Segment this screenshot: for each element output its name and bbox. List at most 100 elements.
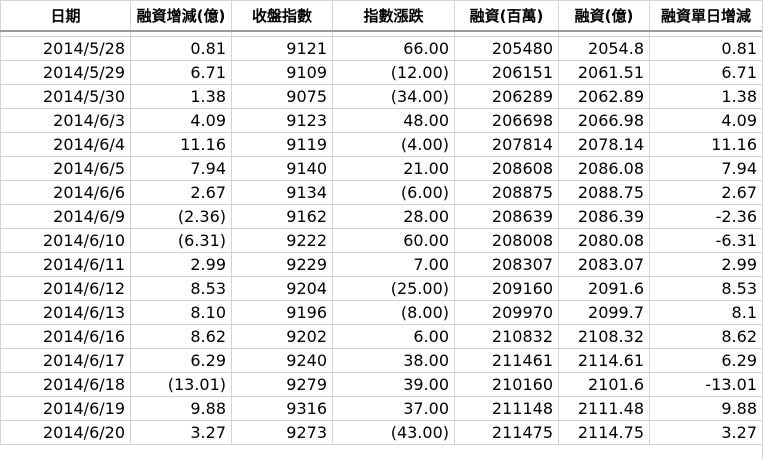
cell-margin-change-billion[interactable]: 9.88 [130,396,232,421]
cell-closing-index[interactable]: 9075 [231,84,333,109]
header-date[interactable]: 日期 [0,0,131,32]
cell-closing-index[interactable]: 9196 [231,300,333,325]
cell-margin-change-billion[interactable]: 7.94 [130,156,232,181]
cell-index-change[interactable]: (34.00) [332,84,455,109]
cell-date[interactable]: 2014/6/5 [0,156,131,181]
header-margin-billion[interactable]: 融資(億) [558,0,650,32]
cell-margin-million[interactable]: 208307 [454,252,559,277]
cell-margin-million[interactable]: 210832 [454,324,559,349]
cell-margin-million[interactable]: 208875 [454,180,559,205]
cell-margin-million[interactable]: 206151 [454,60,559,85]
cell-closing-index[interactable]: 9279 [231,372,333,397]
header-margin-change-billion[interactable]: 融資增減(億) [130,0,232,32]
cell-margin-change-billion[interactable]: 2.99 [130,252,232,277]
cell-margin-million[interactable]: 206289 [454,84,559,109]
cell-margin-million[interactable]: 208639 [454,204,559,229]
cell-margin-daily-change[interactable]: 8.62 [649,324,763,349]
cell-closing-index[interactable]: 9162 [231,204,333,229]
cell-margin-change-billion[interactable]: 1.38 [130,84,232,109]
cell-date[interactable]: 2014/6/17 [0,348,131,373]
cell-margin-billion[interactable]: 2054.8 [558,36,650,61]
cell-date[interactable]: 2014/6/13 [0,300,131,325]
cell-margin-million[interactable]: 208608 [454,156,559,181]
cell-margin-billion[interactable]: 2078.14 [558,132,650,157]
header-margin-million[interactable]: 融資(百萬) [454,0,559,32]
cell-closing-index[interactable]: 9140 [231,156,333,181]
cell-margin-change-billion[interactable]: 8.62 [130,324,232,349]
cell-date[interactable]: 2014/6/11 [0,252,131,277]
cell-index-change[interactable]: 38.00 [332,348,455,373]
cell-index-change[interactable]: (6.00) [332,180,455,205]
cell-margin-million[interactable]: 209970 [454,300,559,325]
cell-margin-billion[interactable]: 2086.39 [558,204,650,229]
cell-date[interactable]: 2014/6/18 [0,372,131,397]
cell-index-change[interactable]: (25.00) [332,276,455,301]
cell-margin-daily-change[interactable]: 9.88 [649,396,763,421]
cell-date[interactable]: 2014/6/16 [0,324,131,349]
header-index-change[interactable]: 指數漲跌 [332,0,455,32]
cell-closing-index[interactable]: 9109 [231,60,333,85]
cell-closing-index[interactable]: 9229 [231,252,333,277]
cell-margin-daily-change[interactable]: 11.16 [649,132,763,157]
cell-margin-million[interactable]: 208008 [454,228,559,253]
cell-index-change[interactable]: (4.00) [332,132,455,157]
cell-margin-million[interactable]: 207814 [454,132,559,157]
cell-margin-change-billion[interactable]: 3.27 [130,420,232,445]
cell-margin-daily-change[interactable]: 8.53 [649,276,763,301]
cell-margin-million[interactable]: 206698 [454,108,559,133]
header-closing-index[interactable]: 收盤指數 [231,0,333,32]
cell-index-change[interactable]: 21.00 [332,156,455,181]
cell-closing-index[interactable]: 9121 [231,36,333,61]
cell-date[interactable]: 2014/6/3 [0,108,131,133]
cell-margin-change-billion[interactable]: (2.36) [130,204,232,229]
cell-margin-billion[interactable]: 2114.61 [558,348,650,373]
cell-margin-daily-change[interactable]: 1.38 [649,84,763,109]
cell-margin-million[interactable]: 205480 [454,36,559,61]
cell-index-change[interactable]: (12.00) [332,60,455,85]
cell-margin-daily-change[interactable]: -6.31 [649,228,763,253]
cell-margin-billion[interactable]: 2080.08 [558,228,650,253]
cell-date[interactable]: 2014/6/10 [0,228,131,253]
cell-date[interactable]: 2014/6/12 [0,276,131,301]
cell-date[interactable]: 2014/6/9 [0,204,131,229]
cell-date[interactable]: 2014/5/29 [0,60,131,85]
cell-date[interactable]: 2014/6/19 [0,396,131,421]
cell-margin-daily-change[interactable]: 6.71 [649,60,763,85]
cell-closing-index[interactable]: 9316 [231,396,333,421]
cell-index-change[interactable]: 7.00 [332,252,455,277]
cell-margin-change-billion[interactable]: 4.09 [130,108,232,133]
cell-margin-million[interactable]: 211148 [454,396,559,421]
cell-margin-daily-change[interactable]: 4.09 [649,108,763,133]
cell-margin-daily-change[interactable]: 7.94 [649,156,763,181]
cell-index-change[interactable]: 48.00 [332,108,455,133]
cell-margin-billion[interactable]: 2091.6 [558,276,650,301]
cell-closing-index[interactable]: 9119 [231,132,333,157]
cell-margin-daily-change[interactable]: -2.36 [649,204,763,229]
cell-closing-index[interactable]: 9273 [231,420,333,445]
cell-margin-change-billion[interactable]: (13.01) [130,372,232,397]
cell-margin-million[interactable]: 209160 [454,276,559,301]
cell-date[interactable]: 2014/6/4 [0,132,131,157]
cell-closing-index[interactable]: 9240 [231,348,333,373]
cell-margin-daily-change[interactable]: 8.1 [649,300,763,325]
cell-margin-daily-change[interactable]: 2.67 [649,180,763,205]
cell-date[interactable]: 2014/6/6 [0,180,131,205]
cell-index-change[interactable]: 37.00 [332,396,455,421]
header-margin-daily-change[interactable]: 融資單日增減 [649,0,763,32]
cell-margin-billion[interactable]: 2108.32 [558,324,650,349]
cell-date[interactable]: 2014/5/30 [0,84,131,109]
cell-margin-billion[interactable]: 2061.51 [558,60,650,85]
cell-margin-billion[interactable]: 2062.89 [558,84,650,109]
cell-margin-daily-change[interactable]: 3.27 [649,420,763,445]
cell-margin-daily-change[interactable]: 2.99 [649,252,763,277]
cell-date[interactable]: 2014/5/28 [0,36,131,61]
cell-margin-daily-change[interactable]: 0.81 [649,36,763,61]
cell-margin-change-billion[interactable]: 6.71 [130,60,232,85]
cell-margin-change-billion[interactable]: (6.31) [130,228,232,253]
cell-margin-million[interactable]: 211475 [454,420,559,445]
cell-margin-million[interactable]: 211461 [454,348,559,373]
cell-index-change[interactable]: (43.00) [332,420,455,445]
cell-margin-million[interactable]: 210160 [454,372,559,397]
cell-margin-billion[interactable]: 2088.75 [558,180,650,205]
cell-closing-index[interactable]: 9202 [231,324,333,349]
